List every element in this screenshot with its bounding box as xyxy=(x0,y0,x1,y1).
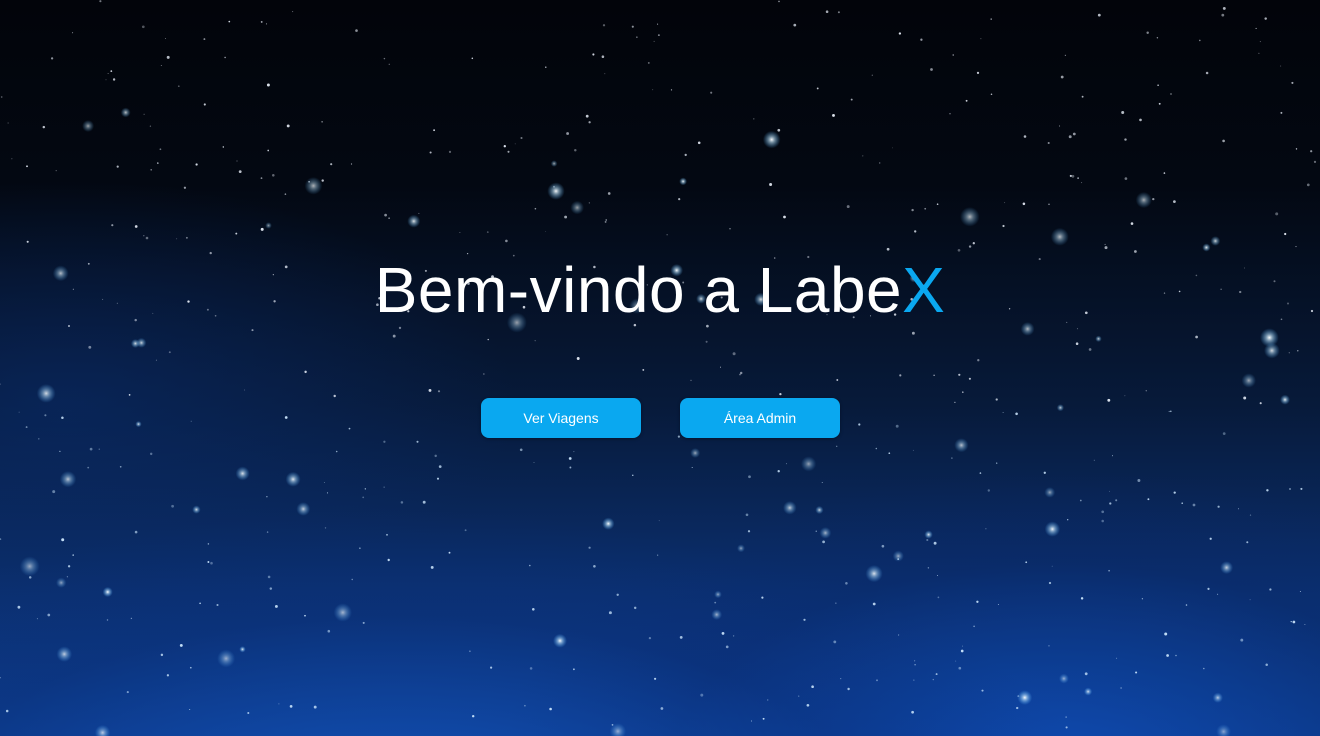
title-main-text: Bem-vindo a Labe xyxy=(374,254,903,326)
page-title: Bem-vindo a LabeX xyxy=(0,252,1320,328)
title-accent-letter: X xyxy=(902,254,946,326)
admin-area-button[interactable]: Área Admin xyxy=(680,398,840,438)
home-hero: Bem-vindo a LabeX Ver Viagens Área Admin xyxy=(0,0,1320,736)
view-trips-button[interactable]: Ver Viagens xyxy=(481,398,641,438)
